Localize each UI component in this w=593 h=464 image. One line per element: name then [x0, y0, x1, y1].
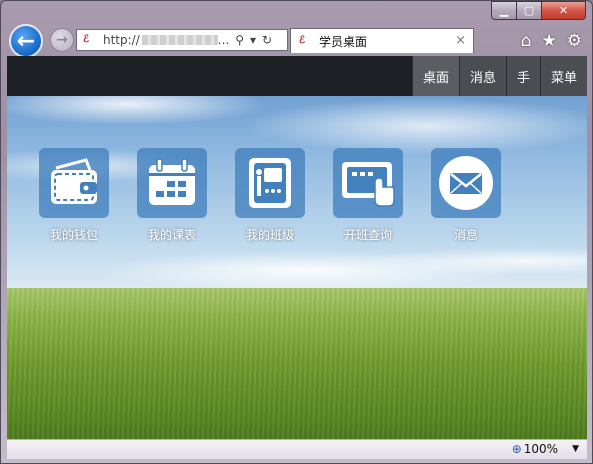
- back-arrow-icon: ←: [16, 28, 36, 54]
- site-favicon-icon: ℰ: [83, 34, 90, 45]
- url-ellipsis: ...: [217, 33, 230, 47]
- favorites-star-icon[interactable]: ★: [542, 31, 557, 51]
- forward-arrow-icon: →: [56, 32, 68, 48]
- tile-class-search[interactable]: 开班查询: [319, 148, 417, 243]
- envelope-icon: [431, 148, 501, 218]
- close-window-button[interactable]: ✕: [542, 1, 586, 20]
- status-bar: ⊕ 100% ▼: [7, 439, 587, 459]
- window-controls: ▁ ▢ ✕: [491, 1, 586, 20]
- tile-label: 开班查询: [343, 228, 392, 242]
- top-menu: 桌面 消息 手 菜单: [411, 56, 587, 96]
- menu-item-desktop[interactable]: 桌面: [411, 56, 459, 96]
- touch-screen-icon: [333, 148, 403, 218]
- browser-tools: ⌂ ★ ⚙: [521, 31, 582, 51]
- maximize-button[interactable]: ▢: [517, 1, 542, 20]
- forward-button[interactable]: →: [50, 28, 74, 52]
- tab-title: 学员桌面: [319, 34, 368, 49]
- tile-label: 消息: [453, 228, 478, 242]
- home-icon[interactable]: ⌂: [521, 31, 532, 51]
- tile-wallet[interactable]: 我的钱包: [25, 148, 123, 243]
- page-viewport: 桌面 消息 手 菜单 我的钱包 我的课表 我的班级 开班查询 消息: [7, 56, 587, 439]
- zoom-level: 100%: [523, 442, 559, 456]
- menu-item-messages[interactable]: 消息: [458, 56, 506, 96]
- wallet-icon: [39, 148, 109, 218]
- tab-favicon-icon: ℰ: [299, 35, 306, 46]
- zoom-dropdown-icon[interactable]: ▼: [572, 444, 579, 454]
- tile-label: 我的班级: [245, 228, 294, 242]
- url-redacted: [141, 35, 218, 45]
- background-field: [7, 288, 587, 439]
- zoom-icon: ⊕: [511, 442, 522, 456]
- menu-item-menu[interactable]: 菜单: [539, 56, 587, 96]
- dropdown-icon[interactable]: ▾: [250, 33, 256, 47]
- refresh-icon[interactable]: ↻: [262, 33, 272, 47]
- tab-close-icon[interactable]: ×: [455, 33, 466, 48]
- tile-label: 我的课表: [147, 228, 196, 242]
- minimize-button[interactable]: ▁: [491, 1, 517, 20]
- tile-messages[interactable]: 消息: [417, 148, 515, 243]
- url-prefix: http://: [103, 33, 140, 47]
- browser-window: ▁ ▢ ✕ ← → ℰ http:// ... ⚲ ▾ ↻ ℰ 学员桌面 × ⌂…: [0, 0, 593, 464]
- tab-active[interactable]: ℰ 学员桌面 ×: [290, 28, 474, 53]
- zoom-control[interactable]: ⊕ 100% ▼: [512, 442, 579, 456]
- back-button[interactable]: ←: [9, 24, 43, 58]
- settings-gear-icon[interactable]: ⚙: [567, 31, 582, 51]
- tile-my-class[interactable]: 我的班级: [221, 148, 319, 243]
- calendar-icon: [137, 148, 207, 218]
- search-icon[interactable]: ⚲: [235, 33, 244, 47]
- address-bar[interactable]: ℰ http:// ... ⚲ ▾ ↻: [76, 29, 288, 51]
- class-icon: [235, 148, 305, 218]
- tile-timetable[interactable]: 我的课表: [123, 148, 221, 243]
- page-header: 桌面 消息 手 菜单: [7, 56, 587, 96]
- desktop-tiles: 我的钱包 我的课表 我的班级 开班查询 消息: [25, 148, 515, 243]
- tile-label: 我的钱包: [49, 228, 98, 242]
- menu-item-hand[interactable]: 手: [505, 56, 540, 96]
